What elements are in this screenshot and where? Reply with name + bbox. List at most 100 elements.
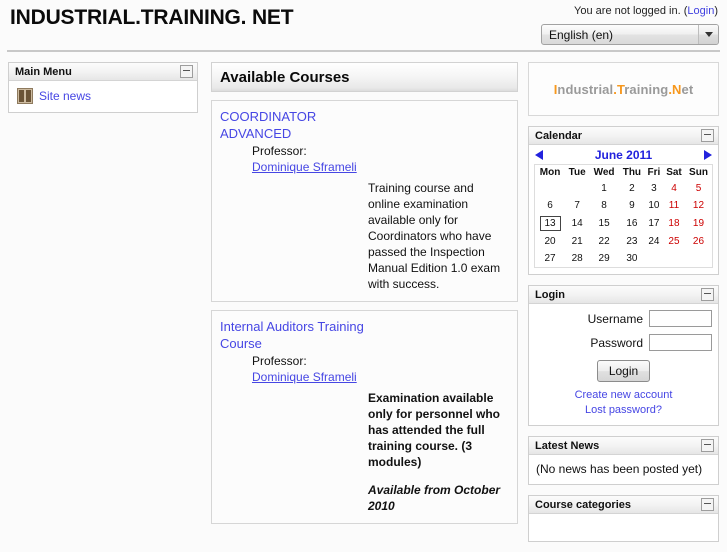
course-title: Internal Auditors Training Course (220, 318, 380, 352)
right-sidebar: Industrial.Training.Net Calendar June 20… (528, 62, 719, 552)
calendar-nav: June 2011 (529, 145, 718, 164)
calendar-weekday: Sun (685, 165, 713, 181)
block-main-menu: Main Menu Site news (8, 62, 198, 113)
calendar-day (535, 180, 566, 197)
calendar-weekday: Tue (565, 165, 589, 181)
calendar-day: 8 (589, 197, 619, 214)
calendar-day: 1 (589, 180, 619, 197)
block-title: Main Menu (15, 66, 180, 78)
logo-part: N (672, 82, 682, 97)
minimize-icon[interactable] (701, 288, 714, 301)
login-status: You are not logged in. (Login) (574, 5, 718, 17)
password-row: Password (535, 334, 712, 351)
calendar-day: 27 (535, 250, 566, 268)
block-course-categories: Course categories (528, 495, 719, 542)
course-teacher-role: Professor: (252, 353, 509, 369)
minimize-icon[interactable] (701, 439, 714, 452)
calendar-day (685, 250, 713, 268)
minimize-icon[interactable] (701, 129, 714, 142)
password-input[interactable] (649, 334, 712, 351)
course-teachers: Professor: Dominique Sframeli (252, 143, 509, 175)
login-links: Create new account Lost password? (535, 388, 712, 418)
login-status-close-paren: ) (714, 5, 718, 17)
logo-part: raining (624, 82, 668, 97)
header-divider (7, 50, 720, 52)
username-input[interactable] (649, 310, 712, 327)
calendar-month-label[interactable]: June 2011 (595, 148, 652, 162)
block-title: Course categories (535, 499, 701, 511)
calendar-day: 22 (589, 233, 619, 250)
forum-news-icon (17, 88, 33, 104)
course-title-link[interactable]: Internal Auditors Training Course (220, 319, 364, 351)
password-label: Password (590, 336, 643, 350)
calendar-day: 21 (565, 233, 589, 250)
calendar-weekday: Thu (619, 165, 645, 181)
prev-month-arrow-icon[interactable] (535, 150, 543, 160)
calendar-day (663, 250, 685, 268)
calendar-day: 19 (685, 214, 713, 233)
login-status-text: You are not logged in. ( (574, 5, 687, 17)
available-courses-heading-text: Available Courses (220, 69, 350, 86)
page-body: Main Menu Site news Available Courses CO… (0, 58, 727, 545)
block-header-main-menu: Main Menu (9, 63, 197, 81)
block-header-login: Login (529, 286, 718, 304)
calendar-day: 20 (535, 233, 566, 250)
course-availability: Available from October 2010 (368, 482, 508, 514)
main-content: Available Courses COORDINATOR ADVANCED P… (211, 62, 518, 524)
calendar-week-row: 6 7 8 9 10 11 12 (535, 197, 713, 214)
calendar-day (645, 250, 663, 268)
block-content-login: Username Password Login Create new accou… (529, 304, 718, 425)
calendar-week-row: 13 14 15 16 17 18 19 (535, 214, 713, 233)
course-summary: Training course and online examination a… (368, 180, 508, 292)
course-teacher-role: Professor: (252, 143, 509, 159)
login-button-row: Login (535, 360, 712, 382)
block-calendar: Calendar June 2011 Mon Tue Wed Thu (528, 126, 719, 275)
calendar-day-today: 13 (535, 214, 566, 233)
chevron-down-icon[interactable] (698, 25, 718, 44)
calendar-day: 9 (619, 197, 645, 214)
calendar-weekday: Fri (645, 165, 663, 181)
block-login: Login Username Password Login Create new… (528, 285, 719, 426)
calendar-week-row: 1 2 3 4 5 (535, 180, 713, 197)
language-select[interactable]: English (en) (541, 24, 719, 45)
sidebar-item-site-news[interactable]: Site news (15, 87, 191, 105)
course-box: COORDINATOR ADVANCED Professor: Dominiqu… (211, 100, 518, 302)
minimize-icon[interactable] (701, 498, 714, 511)
block-header-calendar: Calendar (529, 127, 718, 145)
calendar-day: 23 (619, 233, 645, 250)
block-header-course-categories: Course categories (529, 496, 718, 514)
login-button[interactable]: Login (597, 360, 650, 382)
calendar-day: 12 (685, 197, 713, 214)
calendar-table: Mon Tue Wed Thu Fri Sat Sun (534, 164, 713, 268)
block-title: Login (535, 289, 701, 301)
header-login-link[interactable]: Login (687, 5, 714, 17)
next-month-arrow-icon[interactable] (704, 150, 712, 160)
latest-news-empty-text: (No news has been posted yet) (534, 459, 713, 479)
course-teacher-name[interactable]: Dominique Sframeli (252, 370, 357, 384)
calendar-day: 25 (663, 233, 685, 250)
block-latest-news: Latest News (No news has been posted yet… (528, 436, 719, 485)
course-title-link[interactable]: COORDINATOR ADVANCED (220, 109, 316, 141)
calendar-header-row: Mon Tue Wed Thu Fri Sat Sun (535, 165, 713, 181)
course-box: Internal Auditors Training Course Profes… (211, 310, 518, 524)
calendar-day: 30 (619, 250, 645, 268)
block-content-latest-news: (No news has been posted yet) (529, 455, 718, 484)
block-header-latest-news: Latest News (529, 437, 718, 455)
calendar-day: 5 (685, 180, 713, 197)
available-courses-heading: Available Courses (211, 62, 518, 92)
calendar-day: 17 (645, 214, 663, 233)
calendar-week-row: 20 21 22 23 24 25 26 (535, 233, 713, 250)
calendar-day: 7 (565, 197, 589, 214)
lost-password-link[interactable]: Lost password? (535, 403, 712, 418)
create-account-link[interactable]: Create new account (535, 388, 712, 403)
minimize-icon[interactable] (180, 65, 193, 78)
page-title: INDUSTRIAL.TRAINING. NET (10, 6, 293, 30)
block-logo: Industrial.Training.Net (528, 62, 719, 116)
course-teachers: Professor: Dominique Sframeli (252, 353, 509, 385)
calendar-day: 24 (645, 233, 663, 250)
course-title: COORDINATOR ADVANCED (220, 108, 380, 142)
left-sidebar: Main Menu Site news (8, 62, 198, 123)
calendar-day: 10 (645, 197, 663, 214)
sidebar-item-label[interactable]: Site news (39, 89, 91, 103)
course-teacher-name[interactable]: Dominique Sframeli (252, 160, 357, 174)
